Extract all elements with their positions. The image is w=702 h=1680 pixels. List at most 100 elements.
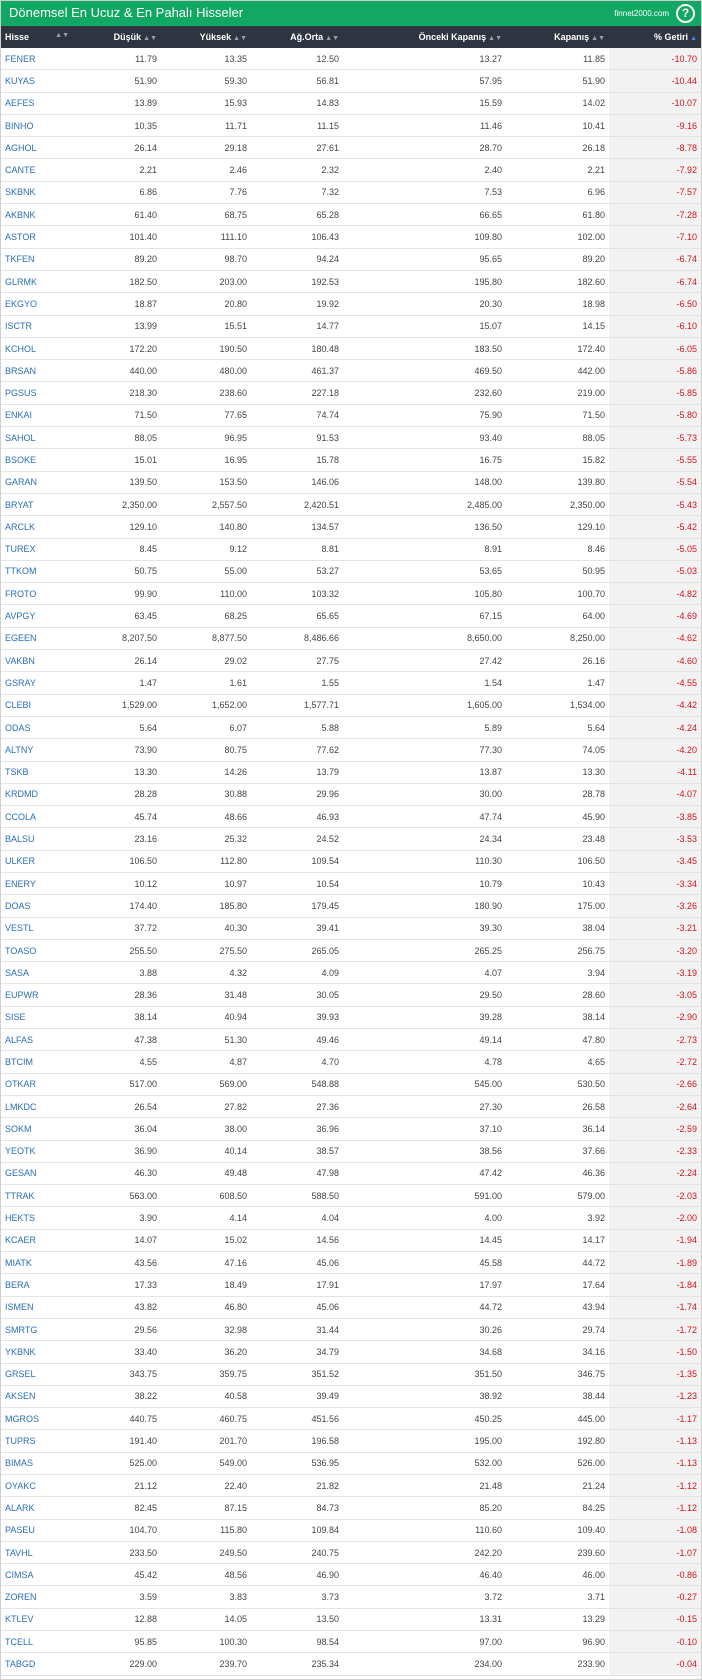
sort-arrows-icon[interactable]: ▲▼ (233, 35, 247, 42)
table-row[interactable]: BRYAT 2,350.00 2,557.50 2,420.51 2,485.00 2,3… (1, 493, 701, 517)
cell-symbol[interactable]: BRSAN (1, 359, 73, 383)
cell-symbol[interactable]: GESAN (1, 1162, 73, 1186)
table-row[interactable]: ISCTR 13.99 15.51 14.77 15.07 14.15 -6.10 (1, 315, 701, 338)
cell-symbol[interactable]: TTRAK (1, 1184, 73, 1208)
cell-symbol[interactable]: LMKDC (1, 1095, 73, 1119)
cell-symbol[interactable]: VAKBN (1, 649, 73, 673)
table-row[interactable]: OTKAR 517.00 569.00 548.88 545.00 530.50 -2.66 (1, 1073, 701, 1096)
table-row[interactable]: BIMAS 525.00 549.00 536.95 532.00 526.00 -1.13 (1, 1452, 701, 1476)
cell-symbol[interactable]: CCOLA (1, 805, 73, 829)
column-header-dusuk[interactable]: Düşük ▲▼ (73, 26, 161, 48)
cell-symbol[interactable]: FROTO (1, 582, 73, 606)
table-row[interactable]: YEOTK 36.90 40.14 38.57 38.56 37.66 -2.33 (1, 1140, 701, 1163)
cell-symbol[interactable]: VESTL (1, 917, 73, 940)
cell-symbol[interactable]: MIATK (1, 1251, 73, 1275)
cell-symbol[interactable]: ENKAI (1, 404, 73, 428)
cell-symbol[interactable]: AKSEN (1, 1385, 73, 1409)
table-row[interactable]: CANTE 2.21 2.46 2.32 2.40 2.21 -7.92 (1, 158, 701, 182)
table-row[interactable]: ARCLK 129.10 140.80 134.57 136.50 129.10 -5.42 (1, 515, 701, 539)
table-row[interactable]: AKSEN 38.22 40.58 39.49 38.92 38.44 -1.23 (1, 1385, 701, 1409)
cell-symbol[interactable]: GLRMK (1, 270, 73, 294)
table-row[interactable]: BSOKE 15.01 16.95 15.78 16.75 15.82 -5.55 (1, 448, 701, 472)
table-row[interactable]: TKFEN 89.20 98.70 94.24 95.65 89.20 -6.74 (1, 248, 701, 271)
cell-symbol[interactable]: OYAKC (1, 1474, 73, 1498)
column-header-yuksek[interactable]: Yüksek ▲▼ (161, 26, 251, 48)
cell-symbol[interactable]: GARAN (1, 471, 73, 494)
sort-up-icon[interactable]: ▲ (690, 35, 697, 42)
column-header-onceki[interactable]: Önceki Kapanış ▲▼ (343, 26, 506, 48)
cell-symbol[interactable]: AVPGY (1, 604, 73, 628)
table-row[interactable]: TABGD 229.00 239.70 235.34 234.00 233.90 -0.04 (1, 1652, 701, 1676)
sort-arrows-icon[interactable]: ▲▼ (325, 35, 339, 42)
column-header-hisse[interactable]: Hisse ▲▼ (1, 26, 73, 48)
cell-symbol[interactable]: ENERY (1, 872, 73, 896)
brand-link[interactable]: finnet2000.com (614, 9, 669, 18)
cell-symbol[interactable]: KCAER (1, 1229, 73, 1253)
cell-symbol[interactable]: ARCLK (1, 515, 73, 539)
cell-symbol[interactable]: TABGD (1, 1652, 73, 1676)
table-row[interactable]: ISMEN 43.82 46.80 45.06 44.72 43.94 -1.74 (1, 1296, 701, 1319)
table-row[interactable]: ODAS 5.64 6.07 5.88 5.89 5.64 -4.24 (1, 716, 701, 740)
table-row[interactable]: AGHOL 26.14 29.18 27.61 28.70 26.18 -8.78 (1, 136, 701, 160)
cell-symbol[interactable]: AEFES (1, 92, 73, 115)
table-row[interactable]: VESTL 37.72 40.30 39.41 39.30 38.04 -3.21 (1, 917, 701, 940)
table-row[interactable]: ALTNY 73.90 80.75 77.62 77.30 74.05 -4.20 (1, 738, 701, 762)
table-row[interactable]: PGSUS 218.30 238.60 227.18 232.60 219.00 -5.85 (1, 381, 701, 405)
table-row[interactable]: TUPRS 191.40 201.70 196.58 195.00 192.80 -1.13 (1, 1429, 701, 1453)
cell-symbol[interactable]: BTCIM (1, 1050, 73, 1074)
cell-symbol[interactable]: MGROS (1, 1407, 73, 1431)
table-row[interactable]: MIATK 43.56 47.16 45.06 45.58 44.72 -1.89 (1, 1251, 701, 1275)
table-row[interactable]: GLRMK 182.50 203.00 192.53 195.80 182.60 -6.74 (1, 270, 701, 294)
table-row[interactable]: KTLEV 12.88 14.05 13.50 13.31 13.29 -0.15 (1, 1608, 701, 1632)
table-row[interactable]: GRSEL 343.75 359.75 351.52 351.50 346.75 -1.35 (1, 1363, 701, 1386)
cell-symbol[interactable]: TUREX (1, 538, 73, 561)
cell-symbol[interactable]: BERA (1, 1273, 73, 1297)
cell-symbol[interactable]: SISE (1, 1006, 73, 1030)
table-row[interactable]: TCELL 95.85 100.30 98.54 97.00 96.90 -0.10 (1, 1630, 701, 1654)
table-row[interactable]: CCOLA 45.74 48.66 46.93 47.74 45.90 -3.85 (1, 805, 701, 829)
cell-symbol[interactable]: EKGYO (1, 292, 73, 316)
cell-symbol[interactable]: GRSEL (1, 1363, 73, 1386)
table-row[interactable]: SASA 3.88 4.32 4.09 4.07 3.94 -3.19 (1, 961, 701, 985)
cell-symbol[interactable]: SMRTG (1, 1318, 73, 1342)
table-row[interactable]: FENER 11.79 13.35 12.50 13.27 11.85 -10.70 (1, 48, 701, 71)
cell-symbol[interactable]: TOASO (1, 939, 73, 963)
cell-symbol[interactable]: CIMSA (1, 1563, 73, 1587)
table-row[interactable]: SISE 38.14 40.94 39.93 39.28 38.14 -2.90 (1, 1006, 701, 1030)
table-row[interactable]: EGEEN 8,207.50 8,877.50 8,486.66 8,650.00 8,2… (1, 627, 701, 651)
cell-symbol[interactable]: BINHO (1, 114, 73, 138)
table-row[interactable]: BRSAN 440.00 480.00 461.37 469.50 442.00 -5.86 (1, 359, 701, 383)
cell-symbol[interactable]: SOKM (1, 1117, 73, 1141)
cell-symbol[interactable]: SKBNK (1, 181, 73, 205)
table-row[interactable]: GARAN 139.50 153.50 146.06 148.00 139.80 -5.54 (1, 471, 701, 494)
sort-arrows-icon[interactable]: ▲▼ (488, 35, 502, 42)
table-row[interactable]: TTKOM 50.75 55.00 53.27 53.65 50.95 -5.03 (1, 560, 701, 584)
column-header-agorta[interactable]: Ağ.Orta ▲▼ (251, 26, 343, 48)
cell-symbol[interactable]: ASTOR (1, 225, 73, 249)
cell-symbol[interactable]: ISMEN (1, 1296, 73, 1319)
table-row[interactable]: HEKTS 3.90 4.14 4.04 4.00 3.92 -2.00 (1, 1206, 701, 1230)
cell-symbol[interactable]: YKBNK (1, 1340, 73, 1364)
column-header-getiri[interactable]: % Getiri ▲ (609, 26, 701, 48)
cell-symbol[interactable]: HEKTS (1, 1206, 73, 1230)
cell-symbol[interactable]: CLEBI (1, 694, 73, 717)
table-row[interactable]: GESAN 46.30 49.48 47.98 47.42 46.36 -2.24 (1, 1162, 701, 1186)
table-row[interactable]: ASTOR 101.40 111.10 106.43 109.80 102.00 -7.10 (1, 225, 701, 249)
table-row[interactable]: TOASO 255.50 275.50 265.05 265.25 256.75 -3.20 (1, 939, 701, 963)
cell-symbol[interactable]: TTKOM (1, 560, 73, 584)
cell-symbol[interactable]: GSRAY (1, 671, 73, 695)
table-row[interactable]: EUPWR 28.36 31.48 30.05 29.50 28.60 -3.05 (1, 983, 701, 1007)
sort-arrows-icon[interactable]: ▲▼ (55, 32, 69, 39)
table-row[interactable]: SKBNK 6.86 7.76 7.32 7.53 6.96 -7.57 (1, 181, 701, 205)
table-row[interactable]: ALARK 82.45 87.15 84.73 85.20 84.25 -1.12 (1, 1496, 701, 1520)
cell-symbol[interactable]: ALFAS (1, 1028, 73, 1052)
table-row[interactable]: LMKDC 26.54 27.82 27.36 27.30 26.58 -2.64 (1, 1095, 701, 1119)
table-row[interactable]: SAHOL 88.05 96.95 91.53 93.40 88.05 -5.73 (1, 426, 701, 450)
cell-symbol[interactable]: BRYAT (1, 493, 73, 517)
cell-symbol[interactable]: TCELL (1, 1630, 73, 1654)
cell-symbol[interactable]: TAVHL (1, 1541, 73, 1565)
cell-symbol[interactable]: AGHOL (1, 136, 73, 160)
table-row[interactable]: DOAS 174.40 185.80 179.45 180.90 175.00 -3.26 (1, 894, 701, 918)
cell-symbol[interactable]: FENER (1, 48, 73, 71)
table-row[interactable]: TUREX 8.45 9.12 8.81 8.91 8.46 -5.05 (1, 538, 701, 561)
